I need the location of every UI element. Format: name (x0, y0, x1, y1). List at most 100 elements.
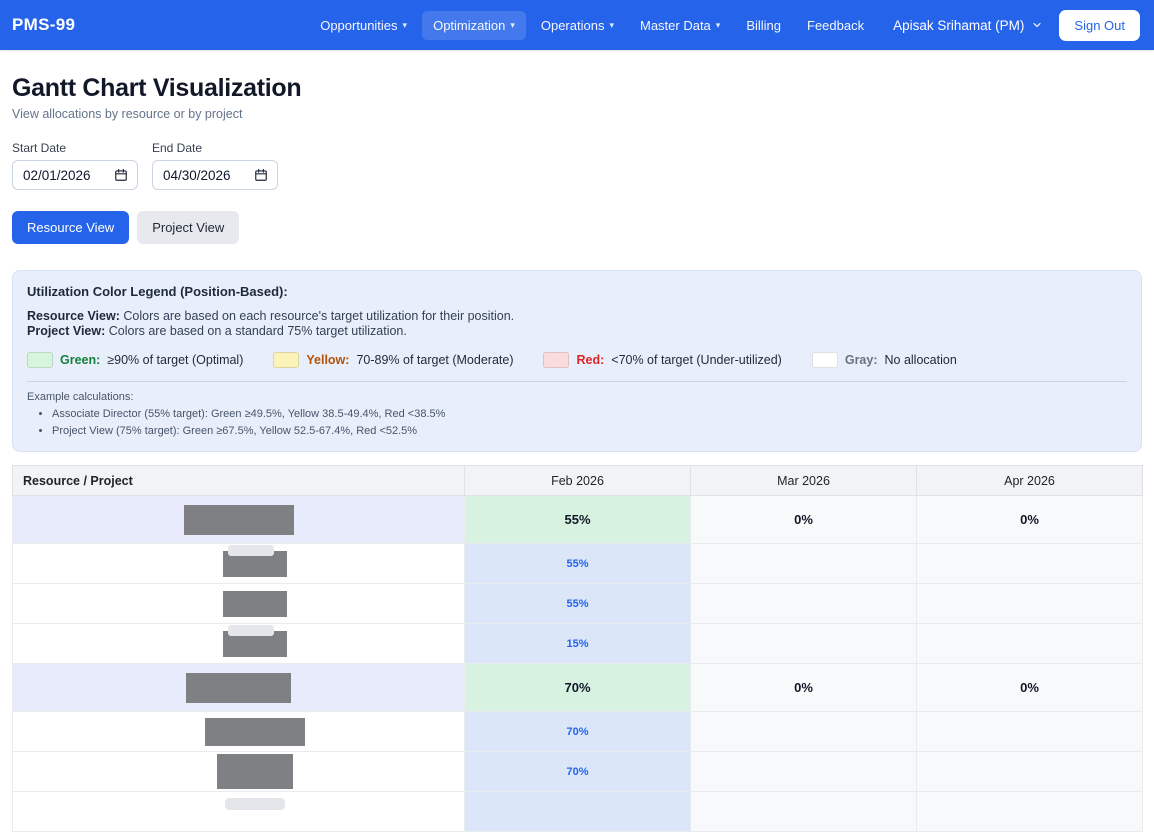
utilization-cell (465, 792, 691, 832)
redaction-rectangle (217, 754, 293, 789)
legend-project-view-label: Project View: (27, 324, 105, 338)
user-menu[interactable]: Apisak Srihamat (PM) (893, 18, 1043, 33)
app-brand[interactable]: PMS-99 (12, 15, 75, 35)
main-content: Gantt Chart Visualization View allocatio… (0, 74, 1154, 832)
nav-item-label: Master Data (640, 18, 711, 33)
utilization-cell: 0% (917, 496, 1143, 544)
utilization-cell (917, 584, 1143, 624)
legend-divider (27, 381, 1127, 382)
legend-swatch-text: 70-89% of target (Moderate) (356, 353, 513, 367)
legend-swatch-label: Gray: (845, 353, 878, 367)
top-navbar: PMS-99 Opportunities▾Optimization▾Operat… (0, 0, 1154, 50)
nav-item-opportunities[interactable]: Opportunities▾ (309, 11, 418, 40)
project-name-cell (13, 624, 465, 664)
resource-name-cell (13, 496, 465, 544)
legend-swatch-text: <70% of target (Under-utilized) (611, 353, 782, 367)
utilization-cell: 70% (465, 664, 691, 712)
project-name-cell (13, 712, 465, 752)
redacted-name-block (186, 673, 291, 703)
redaction-rectangle (223, 591, 287, 617)
redacted-name-block (217, 754, 293, 789)
utilization-cell: 70% (465, 752, 691, 792)
project-sub-row: 55% (13, 584, 1143, 624)
utilization-cell (917, 624, 1143, 664)
legend-item-gray-swatch: Gray: No allocation (812, 352, 957, 368)
chevron-down-icon (1031, 19, 1043, 31)
resource-view-button[interactable]: Resource View (12, 211, 129, 244)
chevron-down-icon: ▾ (716, 21, 721, 30)
redacted-name-block (223, 631, 287, 657)
project-view-button[interactable]: Project View (137, 211, 239, 244)
legend-resource-view-text: Colors are based on each resource's targ… (123, 309, 514, 323)
table-header-row: Resource / ProjectFeb 2026Mar 2026Apr 20… (13, 466, 1143, 496)
utilization-cell: 0% (691, 496, 917, 544)
red-swatch (543, 352, 569, 368)
utilization-cell: 0% (917, 664, 1143, 712)
redacted-name-block (223, 551, 287, 577)
legend-title: Utilization Color Legend (Position-Based… (27, 284, 1127, 299)
project-sub-row: 70% (13, 712, 1143, 752)
legend-swatch-row: Green: ≥90% of target (Optimal)Yellow: 7… (27, 352, 1127, 368)
utilization-cell (691, 792, 917, 832)
end-date-label: End Date (152, 141, 278, 155)
utilization-cell (691, 752, 917, 792)
calendar-icon[interactable] (254, 168, 268, 182)
nav-item-operations[interactable]: Operations▾ (530, 11, 625, 40)
user-name-label: Apisak Srihamat (PM) (893, 18, 1024, 33)
chevron-down-icon: ▾ (609, 21, 614, 30)
start-date-input[interactable]: 02/01/2026 (12, 160, 138, 190)
utilization-cell (691, 584, 917, 624)
utilization-cell (691, 624, 917, 664)
utilization-cell (917, 712, 1143, 752)
chevron-down-icon: ▾ (403, 21, 408, 30)
sign-out-button[interactable]: Sign Out (1059, 10, 1140, 41)
redacted-name-block (223, 591, 287, 617)
example-calculation-item: Associate Director (55% target): Green ≥… (52, 406, 1127, 423)
legend-project-view-text: Colors are based on a standard 75% targe… (109, 324, 407, 338)
nav-item-master-data[interactable]: Master Data ▾ (629, 11, 731, 40)
utilization-cell: 55% (465, 584, 691, 624)
start-date-label: Start Date (12, 141, 138, 155)
start-date-value: 02/01/2026 (23, 168, 91, 183)
nav-menu: Opportunities▾Optimization▾Operations▾Ma… (309, 11, 875, 40)
end-date-value: 04/30/2026 (163, 168, 231, 183)
utilization-legend-panel: Utilization Color Legend (Position-Based… (12, 270, 1142, 452)
legend-project-view-line: Project View: Colors are based on a stan… (27, 324, 1127, 339)
project-sub-row (13, 792, 1143, 832)
utilization-cell (691, 544, 917, 584)
redaction-rectangle (186, 673, 291, 703)
project-name-cell (13, 792, 465, 832)
column-header-resource-project: Resource / Project (13, 466, 465, 496)
legend-swatch-text: No allocation (885, 353, 957, 367)
nav-item-feedback[interactable]: Feedback (796, 11, 875, 40)
example-calculations-list: Associate Director (55% target): Green ≥… (27, 406, 1127, 440)
legend-resource-view-line: Resource View: Colors are based on each … (27, 309, 1127, 324)
nav-item-billing[interactable]: Billing (735, 11, 792, 40)
project-sub-row: 55% (13, 544, 1143, 584)
redaction-tab (228, 625, 274, 636)
column-header-month: Apr 2026 (917, 466, 1143, 496)
resource-group-row: 70%0%0% (13, 664, 1143, 712)
calendar-icon[interactable] (114, 168, 128, 182)
utilization-cell (691, 712, 917, 752)
nav-item-optimization[interactable]: Optimization▾ (422, 11, 526, 40)
redaction-rectangle (225, 798, 285, 810)
nav-item-label: Feedback (807, 18, 864, 33)
legend-resource-view-label: Resource View: (27, 309, 120, 323)
utilization-cell: 0% (691, 664, 917, 712)
project-name-cell (13, 544, 465, 584)
project-sub-row: 70% (13, 752, 1143, 792)
end-date-input[interactable]: 04/30/2026 (152, 160, 278, 190)
utilization-cell (917, 752, 1143, 792)
nav-item-label: Billing (746, 18, 781, 33)
legend-item-red-swatch: Red: <70% of target (Under-utilized) (543, 352, 781, 368)
green-swatch (27, 352, 53, 368)
example-calculations-title: Example calculations: (27, 391, 1127, 403)
utilization-cell (917, 792, 1143, 832)
view-toggle-group: Resource View Project View (12, 211, 1142, 244)
utilization-cell (917, 544, 1143, 584)
redaction-rectangle (184, 505, 294, 535)
legend-item-green-swatch: Green: ≥90% of target (Optimal) (27, 352, 243, 368)
column-header-month: Feb 2026 (465, 466, 691, 496)
utilization-cell: 70% (465, 712, 691, 752)
